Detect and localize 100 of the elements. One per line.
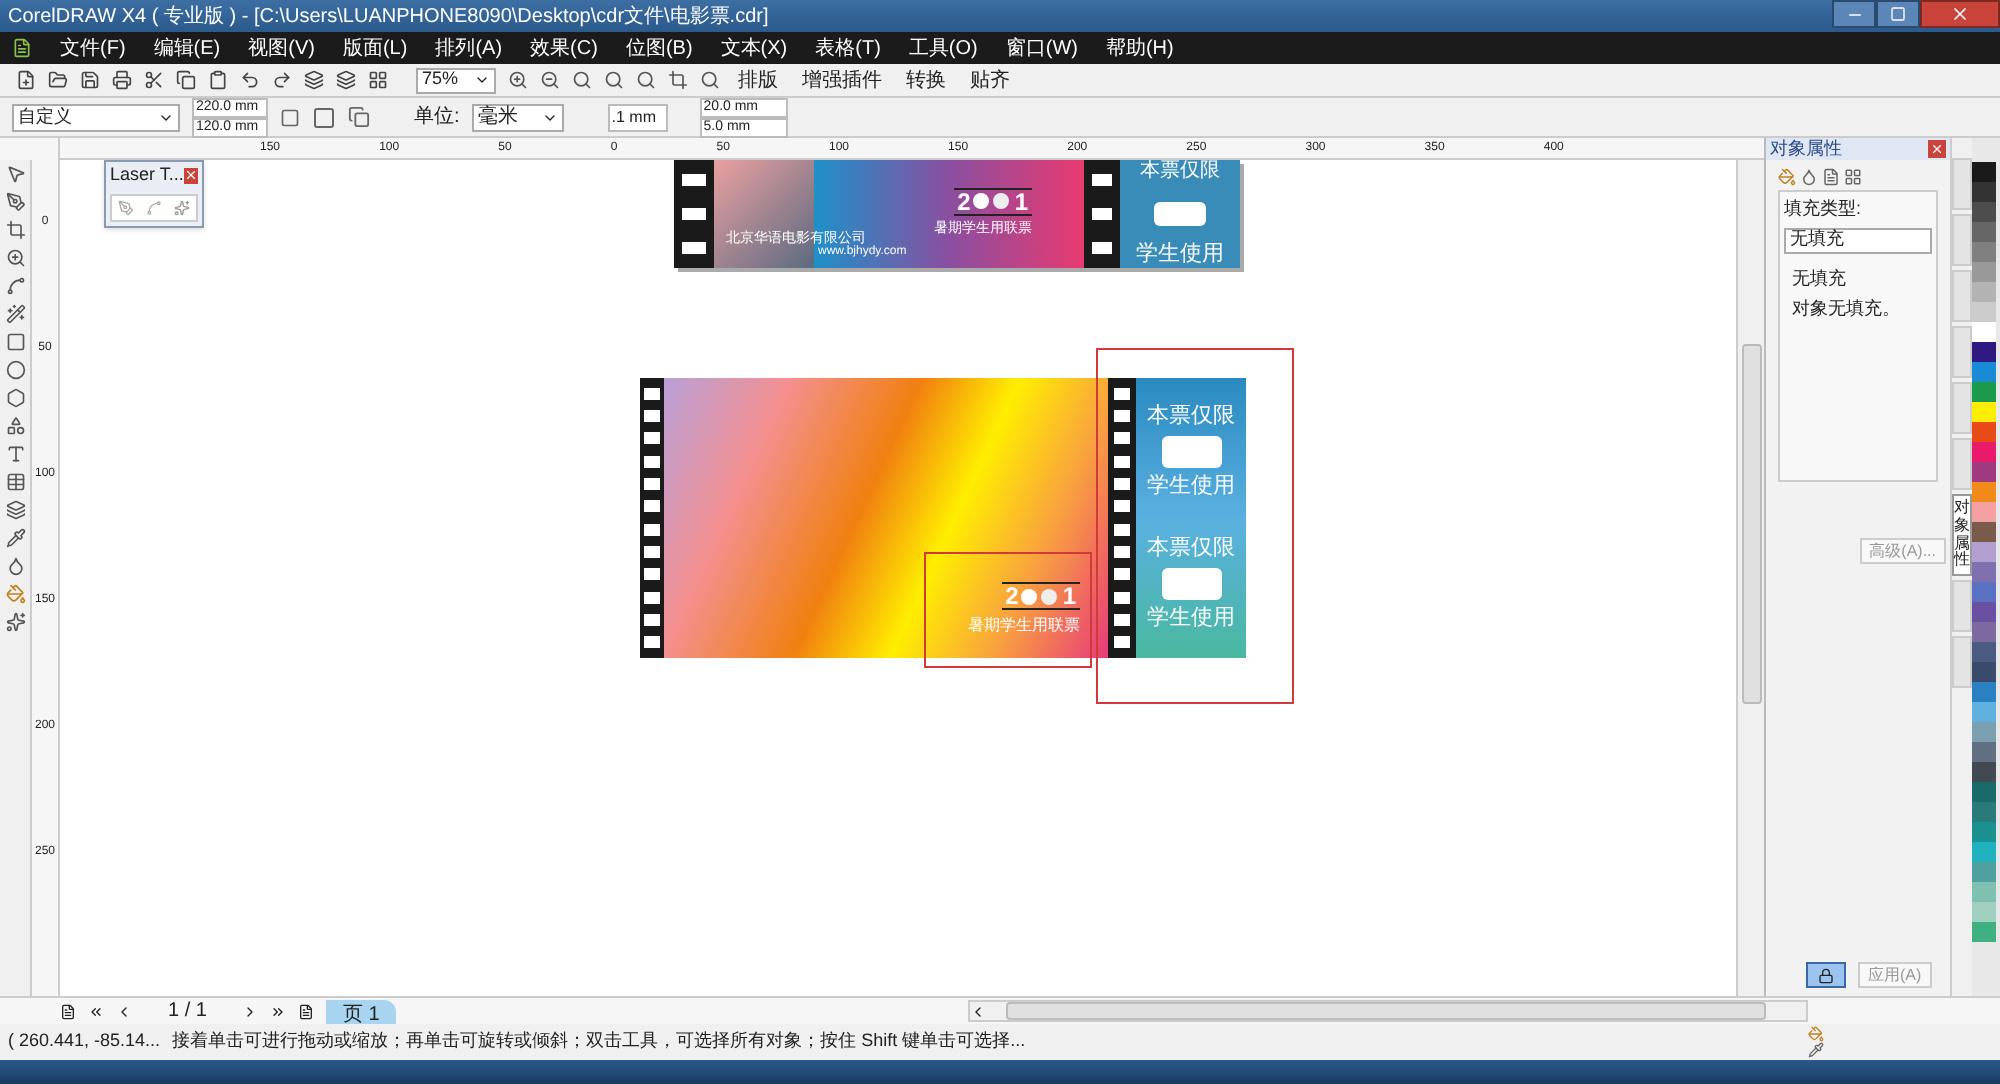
close-button[interactable] xyxy=(1920,0,2000,28)
toolbar-icon[interactable] xyxy=(16,70,36,90)
color-swatch[interactable] xyxy=(1972,382,1996,402)
toolbar-icon[interactable] xyxy=(368,70,388,90)
horizontal-scrollbar[interactable] xyxy=(967,1000,1808,1022)
menu-item[interactable]: 位图(B) xyxy=(625,33,693,63)
tool-icon[interactable] xyxy=(5,276,25,296)
laser-tool-icon[interactable] xyxy=(146,199,162,215)
color-swatch[interactable] xyxy=(1972,482,1996,502)
color-swatch[interactable] xyxy=(1972,282,1996,302)
zoom-tool-icon[interactable] xyxy=(540,70,560,90)
color-swatch[interactable] xyxy=(1972,582,1996,602)
tool-icon[interactable] xyxy=(5,500,25,520)
maximize-button[interactable] xyxy=(1876,0,1920,28)
tool-icon[interactable] xyxy=(5,416,25,436)
color-swatch[interactable] xyxy=(1972,262,1996,282)
tool-icon[interactable] xyxy=(5,192,25,212)
menu-item[interactable]: 工具(O) xyxy=(908,33,978,63)
vertical-scrollbar[interactable] xyxy=(1736,160,1764,996)
color-swatch[interactable] xyxy=(1972,762,1996,782)
zoom-tool-icon[interactable] xyxy=(572,70,592,90)
add-page-icon[interactable] xyxy=(60,1003,76,1019)
color-swatch[interactable] xyxy=(1972,922,1996,942)
color-swatch[interactable] xyxy=(1972,802,1996,822)
color-swatch[interactable] xyxy=(1972,182,1996,202)
menu-item[interactable]: 帮助(H) xyxy=(1105,33,1174,63)
color-swatch[interactable] xyxy=(1972,402,1996,422)
zoom-dropdown[interactable]: 75% xyxy=(416,67,496,93)
toolbar-icon[interactable] xyxy=(48,70,68,90)
menu-item[interactable]: 文件(F) xyxy=(60,33,126,63)
color-swatch[interactable] xyxy=(1972,902,1996,922)
zoom-tool-icon[interactable] xyxy=(508,70,528,90)
tool-icon[interactable] xyxy=(5,444,25,464)
color-swatch[interactable] xyxy=(1972,242,1996,262)
color-swatch[interactable] xyxy=(1972,782,1996,802)
tool-icon[interactable] xyxy=(5,248,25,268)
toolbar-button[interactable]: 贴齐 xyxy=(964,65,1016,95)
menu-item[interactable]: 文本(X) xyxy=(720,33,788,63)
color-swatch[interactable] xyxy=(1972,222,1996,242)
toolbar-icon[interactable] xyxy=(80,70,100,90)
tool-icon[interactable] xyxy=(5,220,25,240)
tool-icon[interactable] xyxy=(5,388,25,408)
toolbar-icon[interactable] xyxy=(272,70,292,90)
toolbar-icon[interactable] xyxy=(304,70,324,90)
color-swatch[interactable] xyxy=(1972,202,1996,222)
tool-icon[interactable] xyxy=(5,472,25,492)
zoom-tool-icon[interactable] xyxy=(636,70,656,90)
toolbar-icon[interactable] xyxy=(176,70,196,90)
toolbar-icon[interactable] xyxy=(336,70,356,90)
preset-dropdown[interactable]: 自定义 xyxy=(12,103,180,131)
menu-item[interactable]: 效果(C) xyxy=(530,33,598,63)
color-swatch[interactable] xyxy=(1972,442,1996,462)
property-tab-icon[interactable] xyxy=(1800,168,1818,186)
color-swatch[interactable] xyxy=(1972,422,1996,442)
first-page-icon[interactable] xyxy=(88,1003,104,1019)
laser-tool-icon[interactable] xyxy=(118,199,134,215)
color-swatch[interactable] xyxy=(1972,162,1996,182)
toolbar-icon[interactable] xyxy=(240,70,260,90)
color-swatch[interactable] xyxy=(1972,462,1996,482)
color-swatch[interactable] xyxy=(1972,522,1996,542)
menu-item[interactable]: 版面(L) xyxy=(342,33,408,63)
tool-icon[interactable] xyxy=(5,584,25,604)
units-dropdown[interactable]: 毫米 xyxy=(471,103,564,131)
color-swatch[interactable] xyxy=(1972,682,1996,702)
property-tab-icon[interactable] xyxy=(1822,168,1840,186)
menu-item[interactable]: 表格(T) xyxy=(815,33,881,63)
color-swatch[interactable] xyxy=(1972,742,1996,762)
nudge-field[interactable]: .1 mm xyxy=(607,103,668,131)
zoom-tool-icon[interactable] xyxy=(700,70,720,90)
tool-icon[interactable] xyxy=(5,304,25,324)
fill-type-dropdown[interactable]: 无填充 xyxy=(1784,227,1932,253)
tool-icon[interactable] xyxy=(5,528,25,548)
add-page-icon[interactable] xyxy=(298,1003,315,1019)
menu-item[interactable]: 窗口(W) xyxy=(1005,33,1078,63)
color-swatch[interactable] xyxy=(1972,822,1996,842)
color-swatch[interactable] xyxy=(1972,562,1996,582)
last-page-icon[interactable] xyxy=(270,1003,287,1019)
property-tab-icon[interactable] xyxy=(1844,168,1862,186)
color-swatch[interactable] xyxy=(1972,342,1996,362)
zoom-tool-icon[interactable] xyxy=(604,70,624,90)
color-swatch[interactable] xyxy=(1972,862,1996,882)
color-swatch[interactable] xyxy=(1972,882,1996,902)
tool-icon[interactable] xyxy=(5,164,25,184)
laser-tool-icon[interactable] xyxy=(174,199,190,215)
color-swatch[interactable] xyxy=(1972,622,1996,642)
color-swatch[interactable] xyxy=(1972,302,1996,322)
color-swatch[interactable] xyxy=(1972,502,1996,522)
portrait-icon[interactable] xyxy=(280,107,300,127)
color-swatch[interactable] xyxy=(1972,702,1996,722)
previous-page-icon[interactable] xyxy=(116,1003,132,1019)
lock-button[interactable] xyxy=(1806,962,1846,988)
color-swatch[interactable] xyxy=(1972,662,1996,682)
color-swatch[interactable] xyxy=(1972,642,1996,662)
close-button[interactable] xyxy=(1928,140,1946,158)
color-swatch[interactable] xyxy=(1972,322,1996,342)
color-swatch[interactable] xyxy=(1972,842,1996,862)
docker-tab[interactable]: 对象属性 xyxy=(1952,494,1972,577)
color-swatch[interactable] xyxy=(1972,602,1996,622)
property-tab-icon[interactable] xyxy=(1778,168,1796,186)
toolbar-icon[interactable] xyxy=(208,70,228,90)
